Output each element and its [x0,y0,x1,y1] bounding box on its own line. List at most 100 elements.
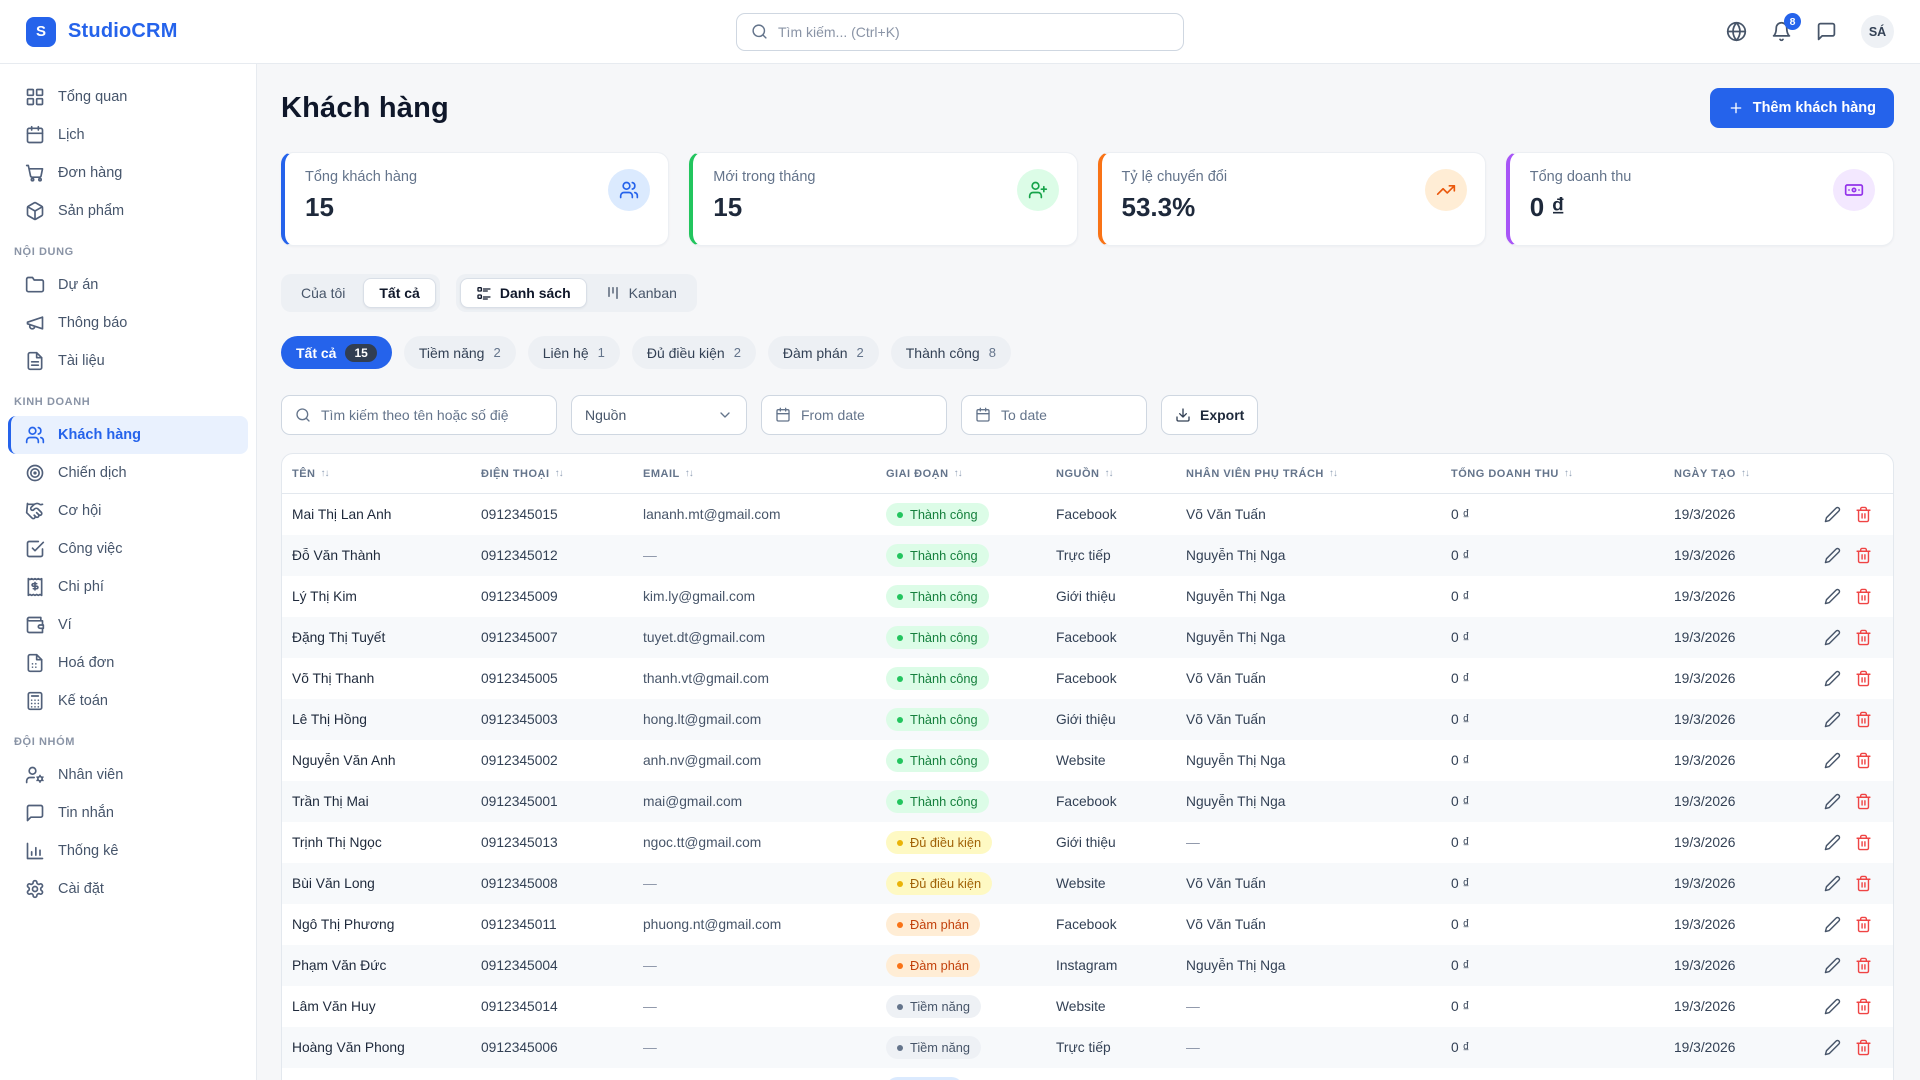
column-header-email[interactable]: EMAIL↑↓ [643,468,886,480]
language-globe-icon[interactable] [1726,21,1747,42]
delete-button[interactable] [1855,998,1872,1015]
sidebar-item-cai-dat[interactable]: Cài đặt [8,870,248,908]
table-row[interactable]: Phạm Văn Đức 0912345004 — Đàm phán Insta… [282,945,1893,986]
delete-button[interactable] [1855,506,1872,523]
stage-pill-tiem-nang[interactable]: Tiềm năng2 [404,336,516,369]
sidebar-item-vi[interactable]: Ví [8,606,248,644]
toggle-kanban[interactable]: Kanban [589,278,693,308]
sidebar-item-tai-lieu[interactable]: Tài liệu [8,342,248,380]
edit-button[interactable] [1824,957,1841,974]
table-row[interactable]: Lý Thị Kim 0912345009 kim.ly@gmail.com T… [282,576,1893,617]
delete-button[interactable] [1855,629,1872,646]
sidebar-item-don-hang[interactable]: Đơn hàng [8,154,248,192]
delete-button[interactable] [1855,793,1872,810]
table-row[interactable]: Trịnh Thị Ngọc 0912345013 ngoc.tt@gmail.… [282,822,1893,863]
table-row[interactable]: Lâm Văn Huy 0912345014 — Tiềm năng Websi… [282,986,1893,1027]
notifications-bell-icon[interactable]: 8 [1771,21,1792,42]
table-row[interactable]: Hoàng Văn Phong 0912345006 — Tiềm năng T… [282,1027,1893,1068]
column-header-nhan-vien-phu-trach[interactable]: NHÂN VIÊN PHỤ TRÁCH↑↓ [1186,468,1451,480]
edit-button[interactable] [1824,711,1841,728]
table-row[interactable]: Ngô Thị Phương 0912345011 phuong.nt@gmai… [282,904,1893,945]
customer-created-date: 19/3/2026 [1674,589,1824,604]
from-date-input[interactable]: From date [761,395,947,435]
sidebar-item-khach-hang[interactable]: Khách hàng [8,416,248,454]
delete-button[interactable] [1855,670,1872,687]
delete-button[interactable] [1855,547,1872,564]
avatar[interactable]: SÁ [1861,15,1894,48]
table-row[interactable]: Nguyễn Văn Anh 0912345002 anh.nv@gmail.c… [282,740,1893,781]
column-header-nguon[interactable]: NGUỒN↑↓ [1056,468,1186,480]
column-header-dien-thoai[interactable]: ĐIỆN THOẠI↑↓ [481,468,643,480]
delete-button[interactable] [1855,1039,1872,1056]
toggle-cua-toi[interactable]: Của tôi [285,278,361,308]
edit-button[interactable] [1824,629,1841,646]
sidebar-item-tin-nhan[interactable]: Tin nhắn [8,794,248,832]
delete-button[interactable] [1855,875,1872,892]
sidebar-item-thong-bao[interactable]: Thông báo [8,304,248,342]
global-search-input[interactable]: Tìm kiếm... (Ctrl+K) [736,13,1184,51]
row-actions [1824,1039,1884,1056]
edit-button[interactable] [1824,793,1841,810]
edit-button[interactable] [1824,506,1841,523]
edit-button[interactable] [1824,916,1841,933]
messages-icon[interactable] [1816,21,1837,42]
stage-pill-thanh-cong[interactable]: Thành công8 [891,336,1011,369]
delete-button[interactable] [1855,957,1872,974]
sidebar-item-nhan-vien[interactable]: Nhân viên [8,756,248,794]
sidebar-item-chi-phi[interactable]: Chi phí [8,568,248,606]
edit-button[interactable] [1824,547,1841,564]
stage-pill-tat-ca[interactable]: Tất cả15 [281,336,392,369]
column-header-ten[interactable]: TÊN↑↓ [292,468,481,480]
column-header-ngay-tao[interactable]: NGÀY TẠO↑↓ [1674,468,1824,480]
table-row[interactable]: Đỗ Văn Thành 0912345012 — Thành công Trự… [282,535,1893,576]
sidebar-section-kinh-doanh: KINH DOANH [0,380,256,416]
sidebar-item-hoa-don[interactable]: Hoá đơn [8,644,248,682]
brand[interactable]: S StudioCRM [26,17,178,47]
row-actions [1824,916,1884,933]
table-row[interactable]: Trương Văn Hải 0912345010 — Liên hệ Inst… [282,1068,1893,1080]
edit-button[interactable] [1824,875,1841,892]
table-row[interactable]: Bùi Văn Long 0912345008 — Đủ điều kiện W… [282,863,1893,904]
delete-button[interactable] [1855,711,1872,728]
toggle-tat-ca[interactable]: Tất cả [363,278,435,308]
table-row[interactable]: Đặng Thị Tuyết 0912345007 tuyet.dt@gmail… [282,617,1893,658]
edit-button[interactable] [1824,752,1841,769]
stage-pill-du-dieu-kien[interactable]: Đủ điều kiện2 [632,336,756,369]
edit-button[interactable] [1824,998,1841,1015]
edit-button[interactable] [1824,834,1841,851]
stage-pill-lien-he[interactable]: Liên hệ1 [528,336,620,369]
delete-button[interactable] [1855,752,1872,769]
sidebar-item-san-pham[interactable]: Sản phẩm [8,192,248,230]
edit-button[interactable] [1824,588,1841,605]
sidebar-item-thong-ke[interactable]: Thống kê [8,832,248,870]
table-row[interactable]: Mai Thị Lan Anh 0912345015 lananh.mt@gma… [282,494,1893,535]
export-button[interactable]: Export [1161,395,1258,435]
export-label: Export [1200,407,1244,423]
table-row[interactable]: Trần Thị Mai 0912345001 mai@gmail.com Th… [282,781,1893,822]
sidebar-item-cong-viec[interactable]: Công việc [8,530,248,568]
table-row[interactable]: Võ Thị Thanh 0912345005 thanh.vt@gmail.c… [282,658,1893,699]
stage-pill-dam-phan[interactable]: Đàm phán2 [768,336,879,369]
column-header-tong-doanh-thu[interactable]: TỔNG DOANH THU↑↓ [1451,468,1674,480]
to-date-input[interactable]: To date [961,395,1147,435]
add-customer-button[interactable]: Thêm khách hàng [1710,88,1894,128]
toggle-danh-sach[interactable]: Danh sách [460,278,587,308]
stat-card-moi-trong-thang: Mới trong tháng 15 [689,152,1077,246]
column-header-giai-doan[interactable]: GIAI ĐOẠN↑↓ [886,468,1056,480]
edit-button[interactable] [1824,1039,1841,1056]
delete-button[interactable] [1855,916,1872,933]
customer-owner: Nguyễn Thị Nga [1186,630,1451,645]
sidebar-item-ke-toan[interactable]: Kế toán [8,682,248,720]
sidebar-item-chien-dich[interactable]: Chiến dịch [8,454,248,492]
sidebar-item-du-an[interactable]: Dự án [8,266,248,304]
table-row[interactable]: Lê Thị Hồng 0912345003 hong.lt@gmail.com… [282,699,1893,740]
edit-button[interactable] [1824,670,1841,687]
source-select[interactable]: Nguồn [571,395,747,435]
sidebar-item-label: Công việc [58,541,122,557]
table-search-input[interactable]: Tìm kiếm theo tên hoặc số điệ [281,395,557,435]
sidebar-item-lich[interactable]: Lịch [8,116,248,154]
delete-button[interactable] [1855,588,1872,605]
sidebar-item-tong-quan[interactable]: Tổng quan [8,78,248,116]
sidebar-item-co-hoi[interactable]: Cơ hội [8,492,248,530]
delete-button[interactable] [1855,834,1872,851]
